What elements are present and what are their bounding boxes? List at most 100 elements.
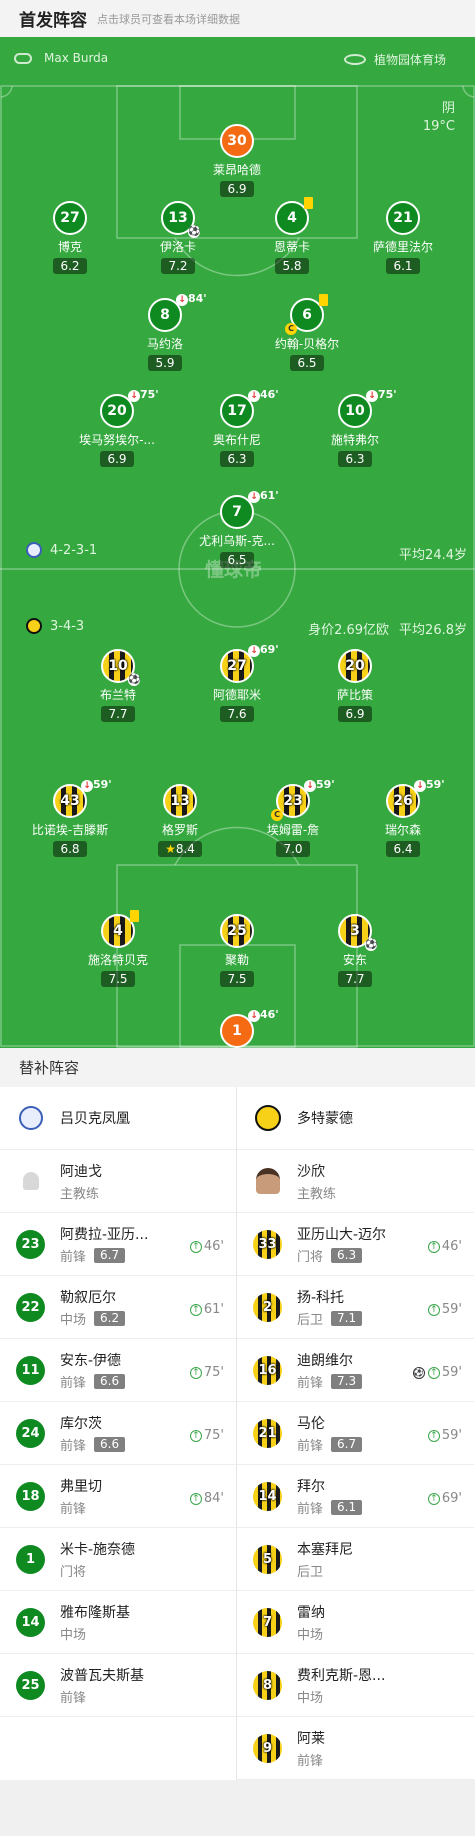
shirt-number: 7 ↓ 61': [220, 490, 279, 529]
home-player[interactable]: 8 ↓ 84' 马约洛 5.9: [90, 293, 240, 371]
weather-label: 阴: [441, 101, 455, 116]
home-team-row[interactable]: 吕贝克凤凰: [0, 1087, 236, 1150]
sub-player-name: 米卡-施奈德: [60, 1541, 136, 1558]
sub-player-name: 扬-科托: [297, 1289, 345, 1306]
sub-out-icon: ↓: [366, 390, 378, 402]
rating-value: 8.4: [175, 842, 195, 856]
home-sub-row[interactable]: 23 阿费拉-亚历... 前锋 6.7 ↑ 46': [0, 1213, 236, 1276]
shirt-number: 8 ↓ 84': [148, 293, 207, 332]
lineup-header: 首发阵容 点击球员可查看本场详细数据: [0, 0, 475, 37]
shirt-number-text: 23: [283, 793, 303, 809]
away-sub-row[interactable]: 2 扬-科托 后卫 7.1 ↑ 59': [237, 1276, 474, 1339]
away-coach-row[interactable]: 沙欣 主教练: [237, 1150, 474, 1213]
away-sub-row[interactable]: 21 马伦 前锋 6.7 ↑ 59': [237, 1402, 474, 1465]
player-rating: 7.0: [276, 841, 310, 857]
yellow-card-icon: [304, 197, 313, 209]
away-player[interactable]: 20 萨比策 6.9: [280, 649, 430, 722]
stadium-icon: [344, 54, 366, 65]
sub-in-minute: 46': [441, 1239, 462, 1254]
player-name: 安东: [342, 953, 367, 967]
shirt-number-text: 21: [393, 210, 413, 226]
away-coach-name: 沙欣: [297, 1163, 325, 1180]
away-sub-row[interactable]: 33 亚历山大-迈尔 门将 6.3 ↑ 46': [237, 1213, 474, 1276]
sub-player-position: 前锋: [60, 1690, 87, 1706]
sub-player-position: 中场: [60, 1627, 87, 1643]
home-player[interactable]: 10 ↓ 75' 施特弗尔 6.3: [280, 389, 430, 467]
sub-in-icon: ↑: [427, 1240, 440, 1253]
player-rating: 7.6: [220, 706, 254, 722]
sub-player-rating: 6.1: [331, 1499, 363, 1515]
shirt-number: 1 ↓ 46': [220, 1009, 279, 1048]
shirt-number: 2: [253, 1292, 282, 1322]
away-player[interactable]: 1↓46'格雷戈-科贝尔6.6: [162, 1009, 312, 1048]
away-subs-column: 多特蒙德 沙欣 主教练 33 亚历山大-迈尔 门将 6.3 ↑ 46' 2 扬-科托 后卫 7.1…: [237, 1087, 474, 1780]
home-player[interactable]: 6 C 约翰-贝格尔 6.5: [232, 294, 382, 371]
away-player[interactable]: 26 ↓ 59' 瑞尔森 6.4: [328, 779, 475, 857]
home-sub-row[interactable]: 1 米卡-施奈德 门将: [0, 1528, 236, 1591]
sub-minute: 61': [260, 489, 279, 502]
sub-minute: 84': [188, 292, 207, 305]
shirt-number: 9: [253, 1733, 282, 1763]
home-sub-row[interactable]: 22 勒叙厄尔 中场 6.2 ↑ 61': [0, 1276, 236, 1339]
shirt-number-text: 3: [350, 923, 360, 939]
shirt-number-text: 20: [107, 403, 127, 419]
shirt-number-text: 13: [168, 210, 188, 226]
sub-player-position: 前锋: [60, 1375, 87, 1391]
away-sub-row[interactable]: 16 迪朗维尔 前锋 7.3 ⚽ ↑ 59': [237, 1339, 474, 1402]
home-coach-row[interactable]: 阿迪戈 主教练: [0, 1150, 236, 1213]
home-player[interactable]: 30 莱昂哈德 6.9: [162, 124, 312, 197]
sub-in-icon: ↑: [427, 1492, 440, 1505]
shirt-number: 4: [275, 197, 313, 235]
sub-out-icon: ↓: [248, 390, 260, 402]
shirt-number: 23 ↓ 59' C: [271, 779, 335, 821]
away-sub-row[interactable]: 8 费利克斯-恩... 中场: [237, 1654, 474, 1717]
shirt-number-text: 6: [302, 307, 312, 323]
sub-player-position: 前锋: [297, 1375, 324, 1391]
home-player[interactable]: 7 ↓ 61' 尤利乌斯-克... 6.5: [162, 490, 312, 568]
home-player[interactable]: 21 萨德里法尔 6.1: [328, 201, 475, 274]
away-avg-age: 平均26.8岁: [399, 623, 467, 638]
away-player[interactable]: 3 ⚽ 安东 7.7: [280, 914, 430, 987]
away-sub-row[interactable]: 5 本塞拜尼 后卫: [237, 1528, 474, 1591]
player-name: 尤利乌斯-克...: [199, 534, 275, 548]
shirt-number-text: 10: [345, 403, 365, 419]
player-name: 马约洛: [146, 337, 183, 351]
home-sub-row[interactable]: 18 弗里切 前锋 ↑ 84': [0, 1465, 236, 1528]
shirt-number-text: 27: [60, 210, 80, 226]
away-sub-row[interactable]: 9 阿莱 前锋: [237, 1717, 474, 1780]
best-player-star-icon: ★: [165, 842, 176, 856]
coach-avatar: [253, 1167, 282, 1196]
player-rating: 5.9: [148, 355, 182, 371]
away-formation-row: 3-4-3: [26, 618, 84, 634]
shirt-number: 18: [16, 1481, 45, 1511]
away-sub-row[interactable]: 7 雷纳 中场: [237, 1591, 474, 1654]
shirt-number: 13 ⚽: [161, 201, 200, 238]
away-team-row[interactable]: 多特蒙德: [237, 1087, 474, 1150]
shirt-number-text: 25: [227, 923, 247, 939]
home-sub-row[interactable]: 24 库尔茨 前锋 6.6 ↑ 75': [0, 1402, 236, 1465]
sub-minute: 46': [260, 388, 279, 401]
page-bottom: [0, 1780, 475, 1836]
player-name: 施特弗尔: [330, 433, 379, 447]
sub-player-rating: 7.3: [331, 1373, 363, 1389]
player-name: 瑞尔森: [384, 823, 421, 837]
shirt-number: 25: [220, 914, 254, 948]
shirt-number-text: 17: [227, 403, 247, 419]
home-formation-row: 4-2-3-1: [26, 542, 97, 558]
captain-badge: C: [285, 323, 297, 335]
goal-ball-icon: ⚽: [128, 674, 141, 686]
player-rating: 6.5: [290, 355, 324, 371]
away-summary: 身价2.69亿欧 平均26.8岁: [308, 619, 467, 638]
away-sub-row[interactable]: 14 拜尔 前锋 6.1 ↑ 69': [237, 1465, 474, 1528]
sub-in-minute: 46': [203, 1239, 224, 1254]
home-sub-row[interactable]: 25 波普瓦夫斯基 前锋: [0, 1654, 236, 1717]
shirt-number-text: 26: [393, 793, 413, 809]
sub-player-name: 雅布隆斯基: [60, 1604, 130, 1621]
coach-placeholder-icon: [16, 1167, 45, 1196]
player-rating: 6.9: [100, 451, 134, 467]
sub-player-position: 门将: [297, 1249, 324, 1265]
home-sub-row[interactable]: 11 安东-伊德 前锋 6.6 ↑ 75': [0, 1339, 236, 1402]
home-sub-row[interactable]: 14 雅布隆斯基 中场: [0, 1591, 236, 1654]
player-rating: 6.3: [220, 451, 254, 467]
player-name: 约翰-贝格尔: [274, 337, 340, 351]
